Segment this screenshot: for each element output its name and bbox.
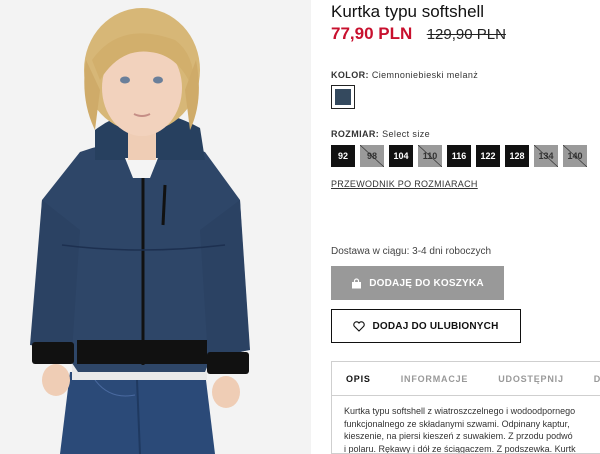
- color-label: KOLOR:: [331, 70, 369, 80]
- add-to-favorites-label: DODAJ DO ULUBIONYCH: [372, 320, 499, 332]
- description-line: kieszenie, na piersi kieszeń z suwakiem.…: [344, 431, 573, 441]
- delivery-info: Dostawa w ciągu: 3-4 dni roboczych: [331, 246, 492, 257]
- size-guide-link[interactable]: PRZEWODNIK PO ROZMIARACH: [331, 179, 478, 189]
- color-swatch[interactable]: [331, 85, 355, 109]
- description-line: funkcjonalnego ze składanymi szwami. Odp…: [344, 418, 570, 429]
- color-label-row: KOLOR: Ciemnoniebieski melanż: [331, 70, 478, 80]
- size-label: ROZMIAR:: [331, 129, 380, 139]
- size-option-98[interactable]: 98: [360, 145, 384, 167]
- color-value: Ciemnoniebieski melanż: [371, 70, 479, 80]
- size-option-140[interactable]: 140: [563, 145, 587, 167]
- size-option-92[interactable]: 92: [331, 145, 355, 167]
- price-row: 77,90 PLN 129,90 PLN: [331, 24, 506, 44]
- size-option-122[interactable]: 122: [476, 145, 500, 167]
- size-option-128[interactable]: 128: [505, 145, 529, 167]
- product-title: Kurtka typu softshell: [331, 2, 485, 21]
- description-line: i polaru. Rękawy i dół ze ściągaczem. Z …: [344, 443, 576, 454]
- size-option-134[interactable]: 134: [534, 145, 558, 167]
- description-line: Kurtka typu softshell z wiatroszczelnego…: [344, 406, 576, 416]
- tab-description[interactable]: OPIS: [332, 362, 387, 395]
- add-to-favorites-button[interactable]: DODAJ DO ULUBIONYCH: [331, 309, 521, 343]
- product-description: Kurtka typu softshell z wiatroszczelnego…: [332, 396, 600, 454]
- add-to-cart-label: DODAJĘ DO KOSZYKA: [369, 277, 484, 289]
- size-option-116[interactable]: 116: [447, 145, 471, 167]
- tab-bar: OPIS INFORMACJE UDOSTĘPNIJ DO: [332, 362, 600, 396]
- size-option-110[interactable]: 110: [418, 145, 442, 167]
- product-info: Kurtka typu softshell 77,90 PLN 129,90 P…: [331, 0, 600, 454]
- product-photo: [0, 0, 311, 454]
- tab-share[interactable]: UDOSTĘPNIJ: [484, 362, 580, 395]
- add-to-cart-button[interactable]: DODAJĘ DO KOSZYKA: [331, 266, 504, 300]
- shopping-bag-icon: [351, 277, 362, 289]
- size-option-104[interactable]: 104: [389, 145, 413, 167]
- original-price: 129,90 PLN: [426, 26, 506, 43]
- heart-icon: [353, 320, 366, 332]
- color-swatch-fill: [335, 89, 351, 105]
- size-options: 92 98 104 110 116 122 128 134 140: [331, 145, 587, 167]
- details-tabs: OPIS INFORMACJE UDOSTĘPNIJ DO Kurtka typ…: [331, 361, 600, 454]
- sale-price: 77,90 PLN: [331, 24, 413, 43]
- size-label-row: ROZMIAR: Select size: [331, 129, 430, 139]
- tab-more[interactable]: DO: [580, 362, 600, 395]
- size-hint: Select size: [382, 129, 431, 139]
- tab-information[interactable]: INFORMACJE: [387, 362, 485, 395]
